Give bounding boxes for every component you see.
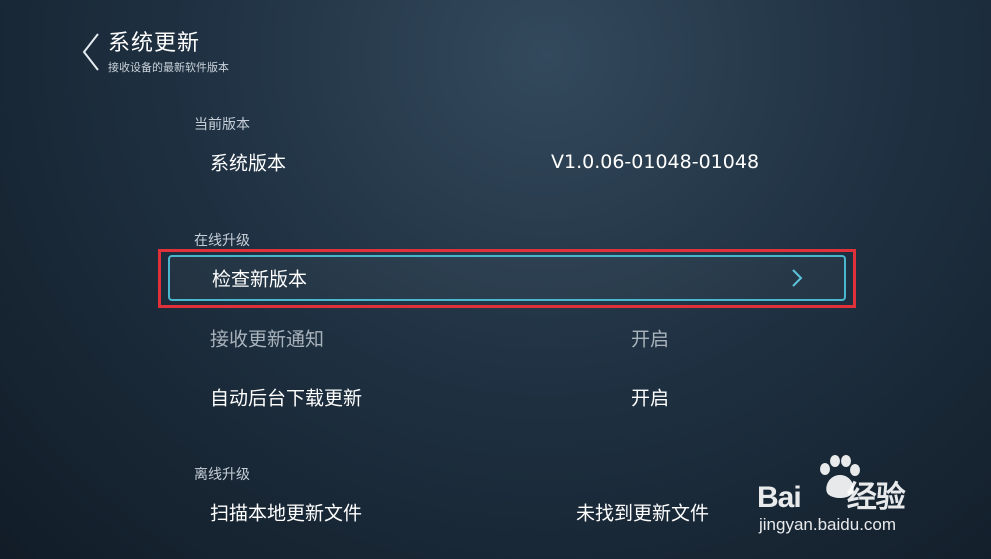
back-arrow-icon[interactable]	[80, 30, 104, 74]
section-label-online: 在线升级	[194, 233, 250, 249]
check-new-version-row[interactable]: 检查新版本	[168, 255, 846, 301]
page-header: 系统更新 接收设备的最新软件版本	[80, 30, 229, 75]
receive-update-notice-label: 接收更新通知	[210, 328, 325, 351]
title-block: 系统更新 接收设备的最新软件版本	[108, 30, 229, 75]
system-version-row: 系统版本 V1.0.06-01048-01048	[168, 139, 846, 185]
watermark-brand-bai: Bai	[757, 481, 802, 514]
chevron-right-icon	[792, 269, 803, 287]
scan-local-files-label: 扫描本地更新文件	[210, 502, 363, 525]
auto-download-label: 自动后台下载更新	[210, 387, 363, 410]
section-label-current: 当前版本	[194, 117, 250, 133]
baidu-jingyan-watermark: Bai 经验 jingyan.baidu.com	[755, 455, 935, 537]
auto-download-row[interactable]: 自动后台下载更新 开启	[168, 374, 846, 420]
section-label-offline: 离线升级	[194, 467, 250, 483]
receive-update-notice-value: 开启	[631, 328, 670, 351]
scan-local-files-row[interactable]: 扫描本地更新文件 未找到更新文件	[168, 489, 846, 535]
watermark-url: jingyan.baidu.com	[759, 515, 897, 534]
auto-download-value: 开启	[631, 387, 670, 410]
receive-update-notice-row[interactable]: 接收更新通知 开启	[168, 315, 846, 361]
check-new-version-label: 检查新版本	[212, 268, 308, 291]
system-version-label: 系统版本	[210, 152, 287, 175]
system-version-value: V1.0.06-01048-01048	[551, 151, 760, 173]
watermark-brand-suffix: 经验	[846, 481, 906, 514]
scan-local-files-value: 未找到更新文件	[576, 502, 710, 525]
watermark-brand: Bai 经验	[757, 472, 906, 516]
page-subtitle: 接收设备的最新软件版本	[108, 61, 229, 74]
page-title: 系统更新	[108, 31, 201, 56]
